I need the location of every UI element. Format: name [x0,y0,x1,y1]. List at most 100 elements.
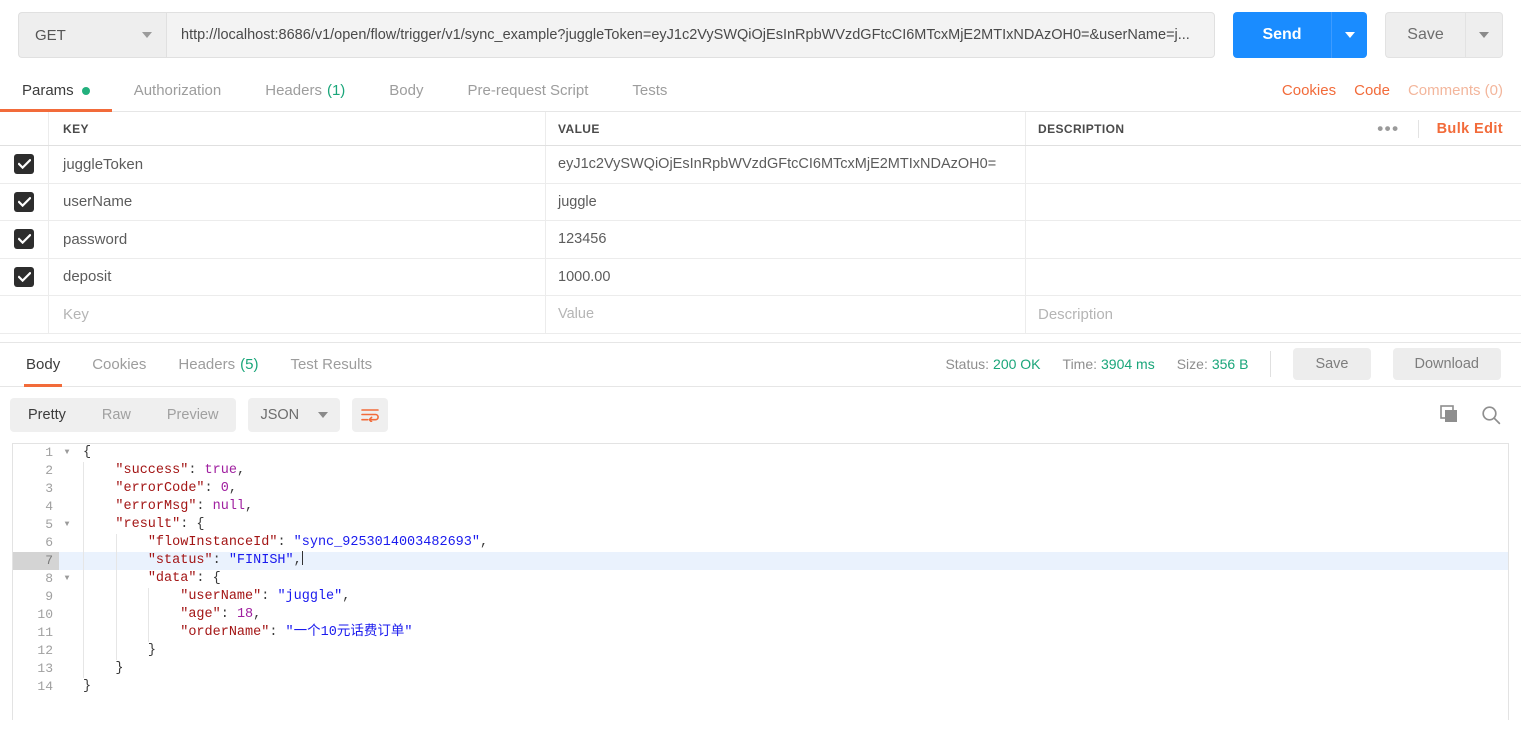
download-response-button[interactable]: Download [1392,348,1501,380]
code-token: , [228,480,237,496]
tab-response-headers-label: Headers [178,355,236,373]
row-checkbox[interactable] [14,229,34,250]
code-text: "orderName": "一个10元话费订单" [75,623,412,642]
tab-response-body-label: Body [26,355,61,373]
row-description-input[interactable] [1026,184,1521,221]
row-value-input[interactable]: juggle [546,183,1026,220]
code-token: , [245,498,254,514]
code-token: , [479,534,489,550]
fold-toggle-icon[interactable]: ▼ [59,516,75,534]
copy-button[interactable] [1440,405,1459,424]
send-button[interactable]: Send [1233,12,1331,58]
code-text: "success": true, [75,461,246,480]
tab-pre-request-script[interactable]: Pre-request Script [446,70,611,111]
save-request-button[interactable]: Save [1385,12,1465,58]
tab-authorization[interactable]: Authorization [112,70,244,111]
word-wrap-icon [361,408,380,422]
tab-test-results[interactable]: Test Results [274,343,388,386]
copy-icon [1440,405,1457,422]
body-mode-raw[interactable]: Raw [84,398,149,432]
code-token: } [147,642,156,658]
new-row-value-input[interactable]: Value [546,296,1026,333]
tab-params[interactable]: Params [0,70,112,112]
cookies-link[interactable]: Cookies [1282,82,1336,99]
code-token: : [269,624,286,640]
code-line: 2 "success": true, [13,461,1508,480]
code-text: "userName": "juggle", [75,587,350,606]
status-value: 200 OK [993,356,1041,372]
chevron-down-icon [142,32,152,38]
response-body-code[interactable]: 1 ▼{2 "success": true, 3 "errorCode": 0, 4 … [13,444,1508,696]
save-response-button[interactable]: Save [1293,348,1371,380]
comments-link[interactable]: Comments (0) [1408,82,1503,99]
time-value: 3904 ms [1101,356,1155,372]
indent-guide [115,551,117,570]
tab-tests[interactable]: Tests [610,70,689,111]
word-wrap-button[interactable] [352,397,389,432]
body-format-select[interactable]: JSON [248,397,341,432]
indent-guide [148,605,149,624]
row-key-input[interactable]: juggleToken [49,146,546,183]
code-token: , [236,462,246,478]
code-token: : [188,462,205,478]
response-body-viewer[interactable]: 1 ▼{2 "success": true, 3 "errorCode": 0, 4 … [12,442,1509,720]
line-number: 3 [45,480,53,496]
size-label: Size: [1176,356,1208,372]
row-checkbox[interactable] [14,266,34,287]
new-row-key-input[interactable]: Key [49,296,546,333]
code-token: : { [196,570,221,586]
tab-body[interactable]: Body [367,70,445,111]
indent-guide [83,623,84,642]
row-description-input[interactable] [1026,221,1521,258]
row-key-input[interactable]: password [49,221,546,258]
row-value-input[interactable]: eyJ1c2VySWQiOjEsInRpbWVzdGFtcCI6MTcxMjE2… [546,146,1026,183]
url-input[interactable]: http://localhost:8686/v1/open/flow/trigg… [166,12,1215,58]
tab-headers[interactable]: Headers (1) [243,70,367,111]
code-token: , [253,606,262,622]
fold-toggle-icon[interactable]: ▼ [59,444,75,462]
code-line: 5 ▼ "result": { [13,515,1508,534]
time-label: Time: [1062,356,1098,372]
tab-response-headers[interactable]: Headers (5) [162,343,274,386]
send-button-group: Send [1233,12,1367,58]
line-number: 2 [45,462,53,478]
chevron-down-icon [1479,32,1489,38]
line-number: 1 [45,444,53,460]
line-number: 6 [45,534,53,550]
response-body-actions [1440,405,1501,425]
search-button[interactable] [1481,405,1501,425]
code-link[interactable]: Code [1354,82,1390,99]
table-row: juggleToken eyJ1c2VySWQiOjEsInRpbWVzdGFt… [0,146,1521,184]
indent-guide [83,515,84,534]
code-line: 4 "errorMsg": null, [13,497,1508,516]
line-number: 7 [13,551,59,570]
row-description-input[interactable] [1026,259,1521,296]
response-meta: Status: 200 OK Time: 3904 ms Size: 356 B Sa… [945,348,1501,380]
response-body-toolbar: Pretty Raw Preview JSON [0,387,1521,443]
new-row-description-input[interactable]: Description [1026,296,1521,333]
http-method-select[interactable]: GET [18,12,166,58]
table-row: password 123456 [0,221,1521,259]
row-key-input[interactable]: userName [49,183,546,220]
request-response-divider[interactable] [0,333,1521,343]
fold-toggle-icon[interactable]: ▼ [59,570,75,588]
bulk-edit-link[interactable]: Bulk Edit [1419,121,1521,137]
row-description-input[interactable] [1026,146,1521,183]
row-value-input[interactable]: 1000.00 [546,258,1026,295]
indent-guide [83,605,84,624]
table-row: deposit 1000.00 [0,258,1521,296]
row-value-input[interactable]: 123456 [546,221,1026,258]
row-key-input[interactable]: deposit [49,258,546,295]
body-mode-pretty[interactable]: Pretty [10,398,84,432]
tab-response-body[interactable]: Body [10,343,76,387]
indent-guide [115,587,117,606]
tab-response-cookies[interactable]: Cookies [76,343,162,386]
code-line: 8 ▼ "data": { [13,569,1508,588]
send-options-button[interactable] [1331,12,1367,58]
body-mode-preview[interactable]: Preview [149,398,237,432]
save-options-button[interactable] [1465,12,1503,58]
params-options-icon[interactable]: ••• [1359,119,1419,138]
row-checkbox[interactable] [14,191,34,212]
row-checkbox[interactable] [14,154,34,175]
code-token: "flowInstanceId" [147,534,278,550]
